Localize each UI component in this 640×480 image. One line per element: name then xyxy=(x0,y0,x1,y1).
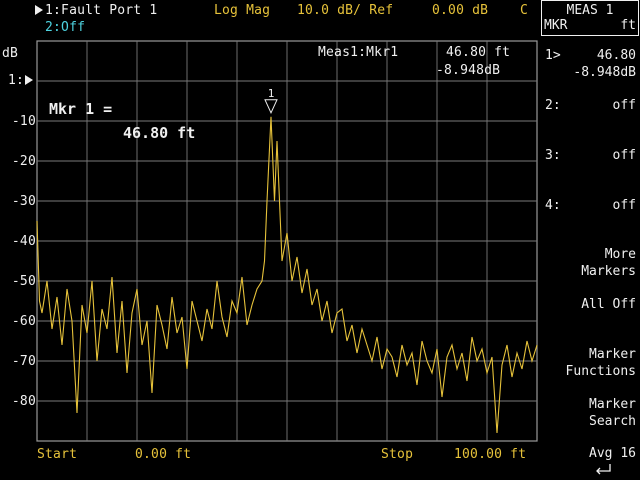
menu-subtitle-unit: ft xyxy=(620,18,636,33)
softkey-marker-2-value: off xyxy=(612,98,636,113)
marker-readout-level: -8.948dB xyxy=(436,63,501,78)
softkey-marker-4[interactable]: 4: off xyxy=(541,197,640,214)
menu-subtitle-left: MKR xyxy=(544,18,568,33)
marker-annotation-value: 46.80 ft xyxy=(123,124,196,142)
softkey-marker-3[interactable]: 3: off xyxy=(541,147,640,164)
start-value[interactable]: 0.00 ft xyxy=(135,447,191,462)
marker-annotation-title: Mkr 1 = xyxy=(49,100,113,118)
softkey-marker-2[interactable]: 2: off xyxy=(541,97,640,114)
softkey-marker-1-level: -8.948dB xyxy=(573,65,636,80)
softkey-marker-search-line2: Search xyxy=(589,414,636,429)
marker-1-flag-label: 1 xyxy=(268,87,275,100)
softkey-more-markers-line2: Markers xyxy=(581,264,636,279)
softkey-marker-1-label: 1> xyxy=(545,48,561,63)
start-label: Start xyxy=(37,447,78,462)
softkey-marker-1-row: 1> 46.80 xyxy=(541,47,640,64)
softkey-marker-search-line1: Marker xyxy=(589,397,636,412)
softkey-marker-4-label: 4: xyxy=(545,198,561,213)
softkey-marker-functions-line1: Marker xyxy=(589,347,636,362)
softkey-marker-search[interactable]: Marker Search xyxy=(541,396,640,430)
softkey-marker-1[interactable]: 1> 46.80 -8.948dB xyxy=(541,47,640,81)
softkey-marker-2-row: 2: off xyxy=(541,97,640,114)
stop-value[interactable]: 100.00 ft xyxy=(454,447,526,462)
softkey-avg-label: Avg 16 xyxy=(589,446,636,461)
softkey-marker-4-row: 4: off xyxy=(541,197,640,214)
softkey-more-markers-line1: More xyxy=(604,247,636,262)
marker-readout-label: Meas1:Mkr1 xyxy=(318,45,399,60)
softkey-marker-3-row: 3: off xyxy=(541,147,640,164)
return-icon[interactable] xyxy=(592,462,614,476)
marker-1-symbol xyxy=(264,99,278,114)
stop-label: Stop xyxy=(381,447,414,462)
marker-readout-value: 46.80 ft xyxy=(446,45,511,60)
softkey-all-off[interactable]: All Off xyxy=(541,296,640,313)
analyzer-screen: 1:Fault Port 1 Log Mag 10.0 dB/ Ref 0.00… xyxy=(0,0,640,480)
softkey-menu-title: MEAS 1 MKR ft xyxy=(541,0,639,36)
softkey-more-markers[interactable]: More Markers xyxy=(541,246,640,280)
softkey-marker-functions-line2: Functions xyxy=(565,364,636,379)
softkey-marker-4-value: off xyxy=(612,198,636,213)
softkey-marker-3-value: off xyxy=(612,148,636,163)
softkey-marker-1-value: 46.80 xyxy=(596,48,636,63)
softkey-all-off-label: All Off xyxy=(581,297,636,312)
softkey-marker-3-label: 3: xyxy=(545,148,561,163)
softkey-avg[interactable]: Avg 16 xyxy=(541,445,640,462)
softkey-marker-2-label: 2: xyxy=(545,98,561,113)
menu-subtitle: MKR ft xyxy=(544,18,636,33)
softkey-marker-functions[interactable]: Marker Functions xyxy=(541,346,640,380)
menu-title: MEAS 1 xyxy=(566,3,614,18)
